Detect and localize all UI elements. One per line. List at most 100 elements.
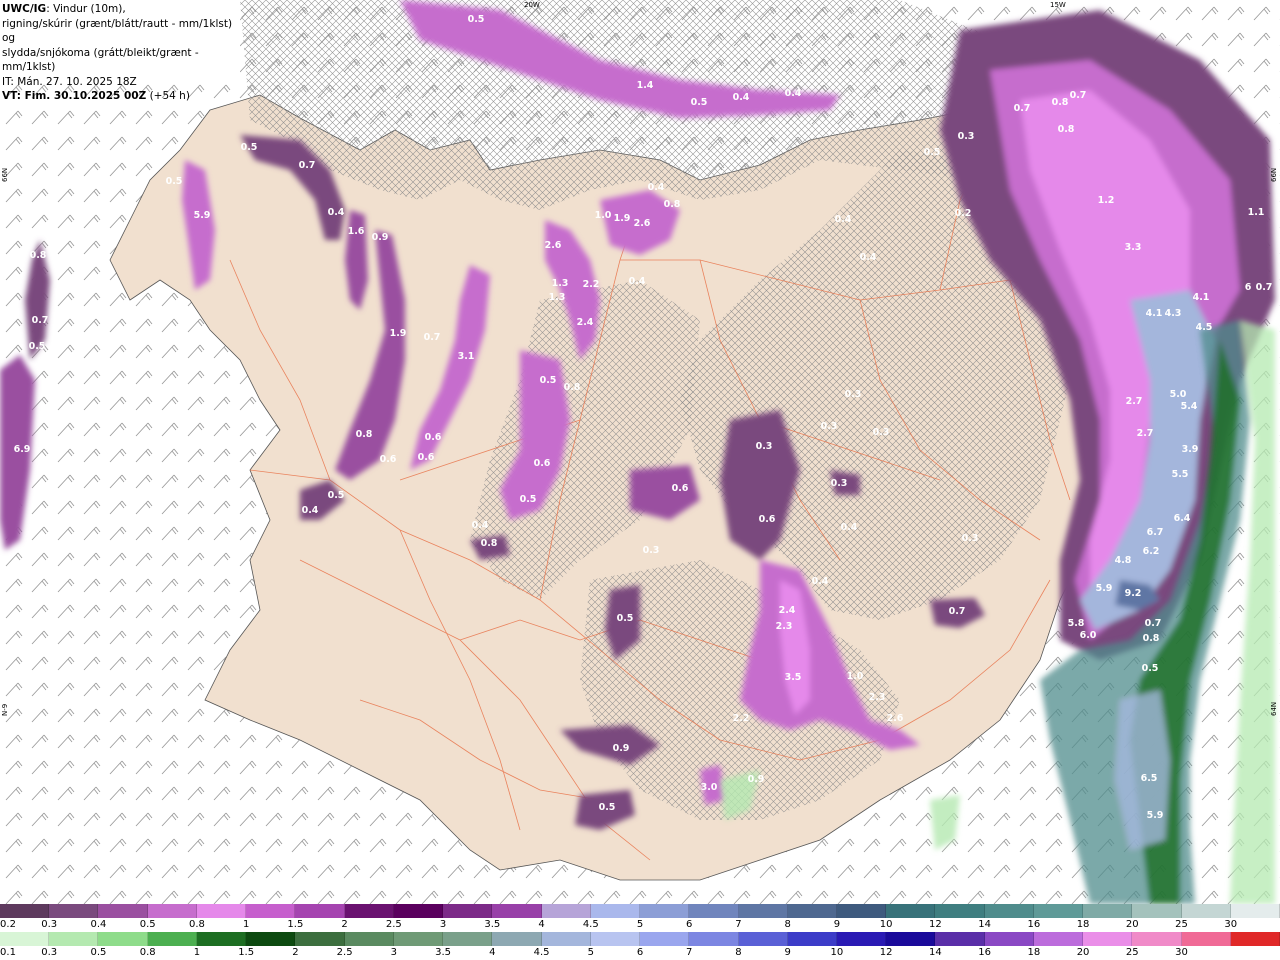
- precip-value-label: 0.3: [43, 415, 60, 426]
- legend-swatch: [590, 932, 641, 946]
- grid-label-right-66n: 66N: [1270, 167, 1278, 182]
- snow-color-legend: 0.2 0.3 0.4 0.5 0.8 1 1.5 2 2.5 3 3.5 4 4.5 5 6 7 8 9 10 12…: [0, 904, 1280, 932]
- precip-value-label: 9.2: [1125, 588, 1142, 599]
- legend-tick-label: 25: [1175, 919, 1188, 930]
- precip-value-label: 1.9: [390, 328, 407, 339]
- precip-value-label: 3.9: [1182, 444, 1199, 455]
- precip-value-label: 0.3: [821, 421, 838, 432]
- precip-value-label: 0.6: [418, 452, 435, 463]
- legend-tick-label: 14: [978, 919, 991, 930]
- legend-swatch: [590, 904, 641, 918]
- legend-swatch: [640, 904, 690, 918]
- legend-swatch: [443, 904, 493, 918]
- precip-value-label: 0.3: [958, 131, 975, 142]
- legend-tick-label: 16: [978, 947, 991, 958]
- precip-value-label: 0.3: [845, 389, 862, 400]
- legend-swatch: [787, 904, 837, 918]
- precip-value-label: 1.2: [1098, 195, 1115, 206]
- valid-time: VT: Fim. 30.10.2025 00Z: [2, 90, 147, 102]
- precip-value-label: 5.4: [1181, 401, 1198, 412]
- precip-value-label: 0.4: [629, 276, 646, 287]
- legend-swatch: [492, 932, 542, 946]
- precip-value-label: 1.3: [552, 278, 569, 289]
- legend-tick-label: 4: [489, 947, 496, 958]
- precip-value-label: 1.0: [847, 671, 864, 682]
- precip-value-label: 0.5: [468, 14, 485, 25]
- precip-value-label: 0.8: [564, 382, 581, 393]
- legend-tick-label: 1: [242, 919, 250, 930]
- legend-swatch: [344, 932, 394, 946]
- precip-value-label: 0.4: [835, 214, 852, 225]
- precip-value-label: 0.8: [1058, 124, 1075, 135]
- legend-swatch: [689, 932, 739, 946]
- legend-swatch: [344, 904, 394, 918]
- precip-value-label: 0.7: [1145, 618, 1162, 629]
- precip-value-label: 0.3: [643, 545, 660, 556]
- legend-tick-label: 1: [193, 947, 201, 958]
- legend-swatch: [1132, 904, 1182, 918]
- precip-value-label: 2.6: [887, 713, 904, 724]
- legend-swatch: [738, 932, 788, 946]
- legend-swatch: [196, 932, 247, 946]
- legend-swatch: [147, 932, 197, 946]
- legend-tick-label: 3.5: [484, 919, 501, 930]
- legend-tick-label: 18: [1076, 919, 1090, 930]
- legend-tick-label: 5: [587, 947, 594, 958]
- precip-value-label: 6.5: [1141, 773, 1158, 784]
- legend-swatch: [0, 932, 50, 946]
- precip-value-label: 0.4: [841, 522, 858, 533]
- legend-tick-label: 25: [1125, 947, 1139, 958]
- precip-value-label: 0.5: [520, 494, 537, 505]
- legend-swatch: [738, 904, 788, 918]
- precip-value-label: 0.7: [1256, 282, 1273, 293]
- precip-value-label: 5.9: [1147, 810, 1164, 821]
- precip-value-label: 0.5: [691, 97, 708, 108]
- precip-value-label: 1.1: [1248, 207, 1265, 218]
- legend-swatch: [689, 904, 739, 918]
- rain-color-legend: 0.1 0.3 0.5 0.8 1 1.5 2 2.5 3 3.5 4 4.5 5 6 7 8 9 10 12 14 1…: [0, 932, 1280, 960]
- precip-value-label: 0.7: [32, 315, 49, 326]
- legend-swatch: [541, 904, 591, 918]
- legend-tick-label: 30: [1175, 947, 1188, 958]
- model-name: UWC/IG: [2, 3, 47, 15]
- precip-value-label: 1.0: [595, 210, 612, 221]
- legend-tick-label: 0.3: [41, 947, 58, 958]
- legend-tick-label: 12: [929, 919, 942, 930]
- precip-value-label: 0.4: [302, 505, 319, 516]
- legend-tick-label: 1.5: [287, 919, 304, 930]
- lead-time: (+54 h): [146, 90, 190, 102]
- legend-tick-label: 6: [686, 919, 693, 930]
- legend-tick-label: 6: [636, 947, 644, 958]
- legend-swatch: [1033, 932, 1084, 946]
- legend-tick-label: 16: [1027, 919, 1041, 930]
- legend-tick-label: 7: [735, 919, 742, 930]
- precip-value-label: 6.4: [1174, 513, 1191, 524]
- legend-swatch: [787, 932, 837, 946]
- precip-value-label: 2.7: [1126, 396, 1143, 407]
- precip-value-label: 5.9: [1096, 583, 1113, 594]
- legend-tick-label: 0.5: [90, 947, 107, 958]
- legend-swatch: [886, 932, 936, 946]
- precip-value-label: 0.5: [328, 490, 345, 501]
- legend-tick-label: 10: [830, 947, 844, 958]
- legend-tick-label: 3: [439, 919, 447, 930]
- legend-swatch: [295, 904, 345, 918]
- legend-swatch: [984, 932, 1034, 946]
- precip-value-label: 0.4: [648, 182, 665, 193]
- precip-value-label: 0.8: [664, 199, 681, 210]
- precip-value-label: 0.3: [756, 441, 773, 452]
- precip-value-label: 1.3: [549, 292, 566, 303]
- precip-value-label: 0.4: [328, 207, 345, 218]
- header-line3: slydda/snjókoma (grátt/bleikt/grænt - mm…: [2, 46, 199, 74]
- precip-value-label: 0.6: [425, 432, 442, 443]
- precip-value-label: 0.9: [372, 232, 389, 243]
- legend-swatch: [935, 932, 985, 946]
- map-header: UWC/IG: Vindur (10m), rigning/skúrir (gr…: [0, 0, 240, 102]
- header-line1: : Vindur (10m),: [46, 3, 126, 15]
- precip-value-label: 0.4: [785, 88, 802, 99]
- legend-swatch: [393, 904, 444, 918]
- legend-swatch: [1083, 932, 1133, 946]
- precip-value-label: 4.8: [1115, 555, 1132, 566]
- legend-swatch: [196, 904, 247, 918]
- legend-tick-label: 12: [879, 947, 893, 958]
